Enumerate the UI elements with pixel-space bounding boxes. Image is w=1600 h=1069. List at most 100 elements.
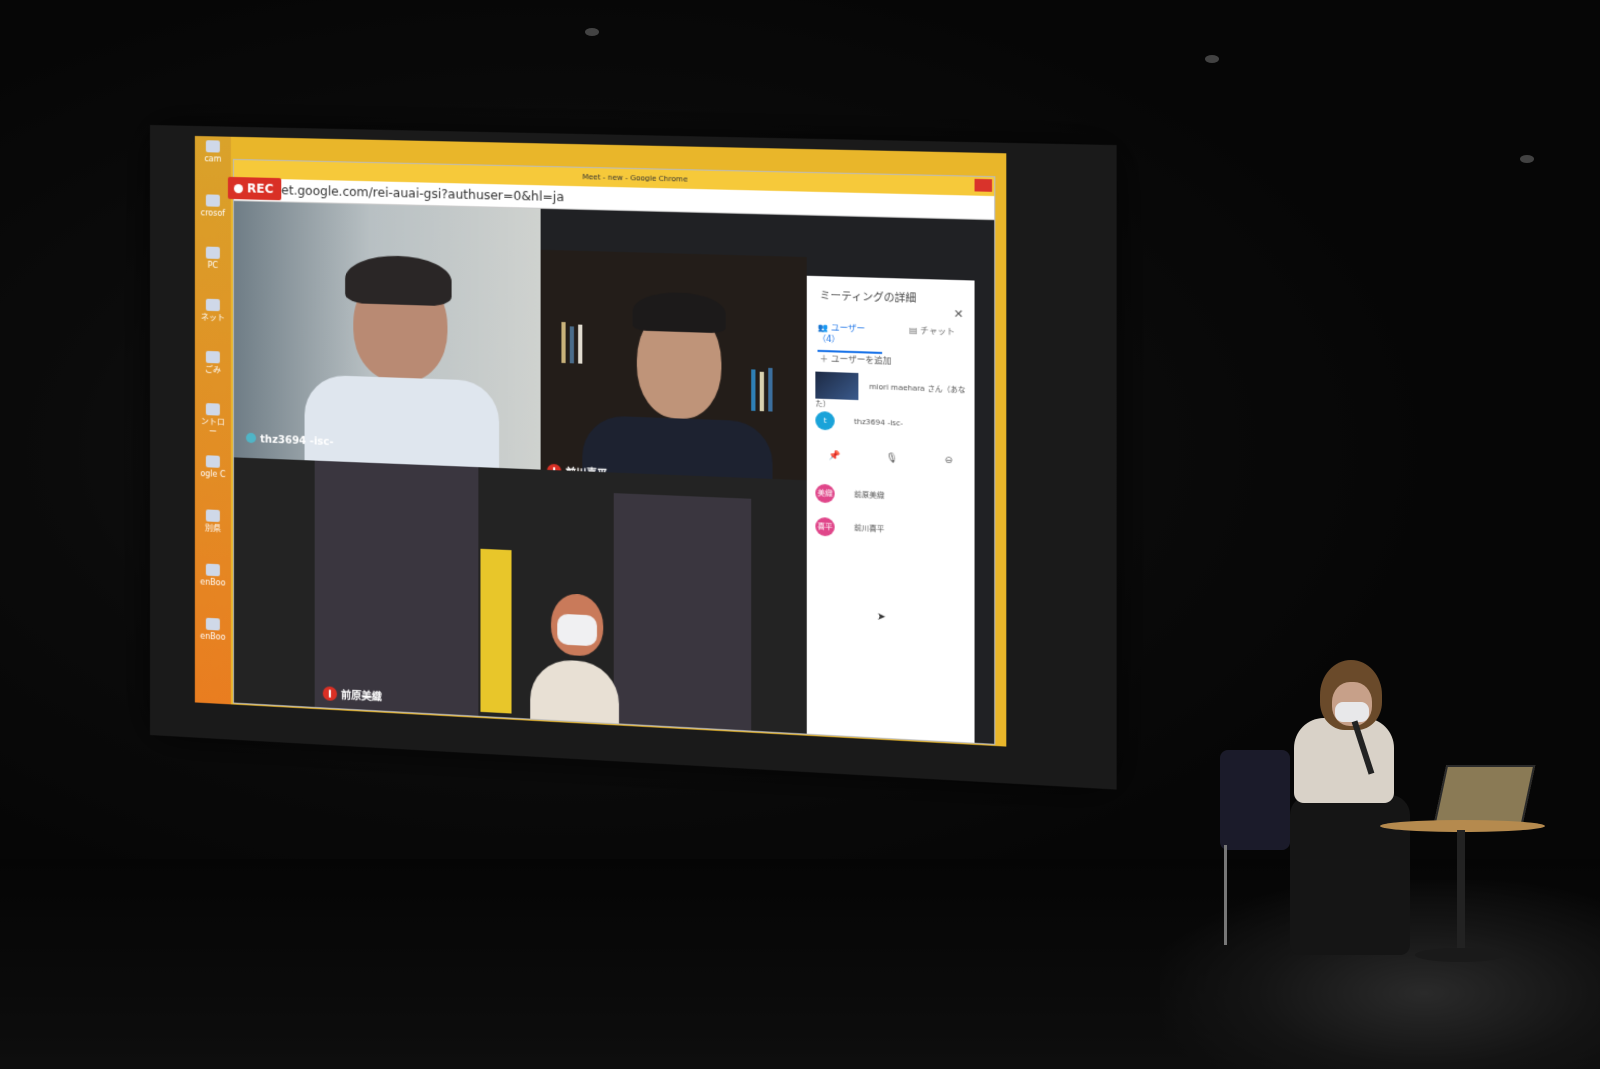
desktop-icon-label: ごみ — [205, 365, 221, 375]
avatar: t — [815, 411, 834, 430]
desktop-icon-label: crosof — [201, 208, 225, 218]
participant-shirt — [305, 374, 500, 469]
window-title: Meet - new - Google Chrome — [582, 173, 687, 184]
presenter-blouse — [1294, 718, 1394, 803]
mic-off-icon — [323, 686, 337, 701]
app-icon — [206, 140, 220, 152]
desktop-icon[interactable]: ントロー — [199, 403, 227, 430]
avatar: 喜平 — [815, 517, 834, 537]
desktop-icon[interactable]: enBoo — [199, 563, 227, 590]
add-user-label: ユーザーを追加 — [831, 354, 891, 365]
book — [760, 372, 764, 412]
book — [578, 325, 582, 364]
book — [751, 369, 755, 411]
presenter-mask — [1335, 702, 1369, 722]
ceiling-light — [1520, 155, 1534, 163]
network-icon — [206, 299, 220, 311]
tile-label: 前原美織 — [323, 685, 382, 703]
desktop-icon-label: ogle C — [200, 469, 225, 479]
desktop-icon-label: PC — [208, 261, 218, 270]
participant-row[interactable]: miori maehara さん（あなた） — [815, 372, 974, 415]
desktop-icon-label: enBoo — [200, 577, 225, 587]
ceiling-light — [585, 28, 599, 36]
computer-icon — [206, 247, 220, 259]
participant-thumbnail — [815, 372, 858, 401]
ceiling-light — [1205, 55, 1219, 63]
desktop-icon[interactable]: crosof — [199, 194, 227, 221]
recording-badge: REC — [228, 177, 282, 200]
remove-icon[interactable]: ⊖ — [944, 455, 952, 466]
tile-label: thz3694 -isc- — [246, 433, 334, 449]
screen-panel-right — [614, 493, 751, 731]
chair — [1220, 750, 1290, 850]
chair-leg — [1224, 845, 1227, 945]
desktop-icon[interactable]: PC — [199, 246, 227, 273]
projection-screen: cam crosof PC ネット ごみ ントロー ogle C 別県 enBo… — [150, 125, 1117, 790]
tab-users[interactable]: 👥 ユーザー（4） — [818, 322, 883, 354]
mic-on-icon — [246, 433, 256, 443]
desktop-icon-label: cam — [204, 154, 221, 163]
desktop-icon[interactable]: ごみ — [199, 351, 227, 378]
windows-desktop: cam crosof PC ネット ごみ ントロー ogle C 別県 enBo… — [195, 136, 1006, 747]
desktop-icon[interactable]: cam — [199, 140, 227, 167]
add-user-button[interactable]: ＋ ユーザーを追加 — [820, 353, 892, 367]
table-stem — [1457, 830, 1465, 950]
avatar: 美織 — [815, 484, 834, 503]
presenter-skirt — [1290, 795, 1410, 955]
book — [561, 322, 565, 363]
book — [768, 368, 772, 412]
panel-title: ミーティングの詳細 — [820, 286, 917, 304]
control-panel-icon — [206, 403, 220, 416]
app-icon — [206, 509, 220, 522]
table-base — [1415, 948, 1505, 962]
mouse-cursor-icon: ➤ — [877, 611, 886, 623]
add-person-icon: ＋ — [820, 354, 829, 364]
participant-hair — [345, 254, 451, 306]
desktop-icon-label: ネット — [201, 313, 225, 323]
screen-panel-left — [315, 461, 479, 716]
participant-name: thz3694 -isc- — [854, 418, 903, 428]
record-dot-icon — [234, 184, 243, 193]
pin-icon[interactable]: 📌 — [828, 451, 840, 462]
tab-chat-label: チャット — [920, 326, 955, 337]
participant-name: thz3694 -isc- — [260, 434, 334, 448]
video-tile[interactable]: thz3694 -isc- — [234, 201, 541, 470]
url-text: meet.google.com/rei-auai-gsi?authuser=0&… — [262, 183, 564, 205]
yellow-panel — [480, 549, 511, 714]
video-tile[interactable]: 前原美織 — [234, 457, 807, 733]
desktop-icon-label: enBoo — [200, 632, 225, 642]
meet-call-area: REC thz3694 -isc- 前原美織 ミーティングの詳細 ✕ 👥 ユーザ… — [234, 201, 994, 744]
participant-name: 前原美織 — [341, 690, 382, 703]
mic-icon[interactable]: 🎙 — [886, 453, 898, 464]
window-close-button[interactable] — [975, 179, 992, 192]
book-icon — [206, 618, 220, 631]
desktop-icon-column: cam crosof PC ネット ごみ ントロー ogle C 別県 enBo… — [195, 136, 231, 704]
users-icon: 👥 — [818, 323, 829, 333]
participant-row[interactable]: t thz3694 -isc- — [815, 411, 903, 433]
chat-icon: ▤ — [909, 326, 917, 336]
trash-icon — [206, 351, 220, 364]
participant-controls: 📌 🎙 ⊖ — [828, 451, 952, 466]
chrome-window: Meet - new - Google Chrome meet.google.c… — [233, 159, 995, 745]
meeting-details-panel: ミーティングの詳細 ✕ 👥 ユーザー（4） ▤ チャット ＋ ユーザーを追加 m… — [807, 276, 975, 743]
close-icon[interactable]: ✕ — [954, 307, 964, 321]
video-tile[interactable]: 前川喜平 — [541, 250, 807, 507]
desktop-icon-label: ントロー — [201, 417, 225, 437]
desktop-icon[interactable]: 別県 — [199, 509, 227, 536]
desktop-icon[interactable]: ネット — [199, 299, 227, 326]
desktop-icon[interactable]: ogle C — [199, 455, 227, 482]
desktop-icon[interactable]: enBoo — [199, 617, 227, 645]
laptop — [1434, 765, 1536, 824]
chrome-icon — [206, 455, 220, 468]
participant-mask — [557, 614, 597, 647]
participant-row[interactable]: 美織 前原美織 — [815, 484, 884, 506]
app-icon — [206, 194, 220, 206]
participant-name: 前川喜平 — [854, 524, 884, 534]
desktop-icon-label: 別県 — [205, 523, 221, 533]
participant-name: 前原美織 — [854, 491, 884, 501]
book — [570, 326, 574, 363]
participant-blouse — [530, 658, 619, 724]
participant-row[interactable]: 喜平 前川喜平 — [815, 517, 884, 539]
book-icon — [206, 564, 220, 577]
tab-chat[interactable]: ▤ チャット — [909, 325, 955, 338]
